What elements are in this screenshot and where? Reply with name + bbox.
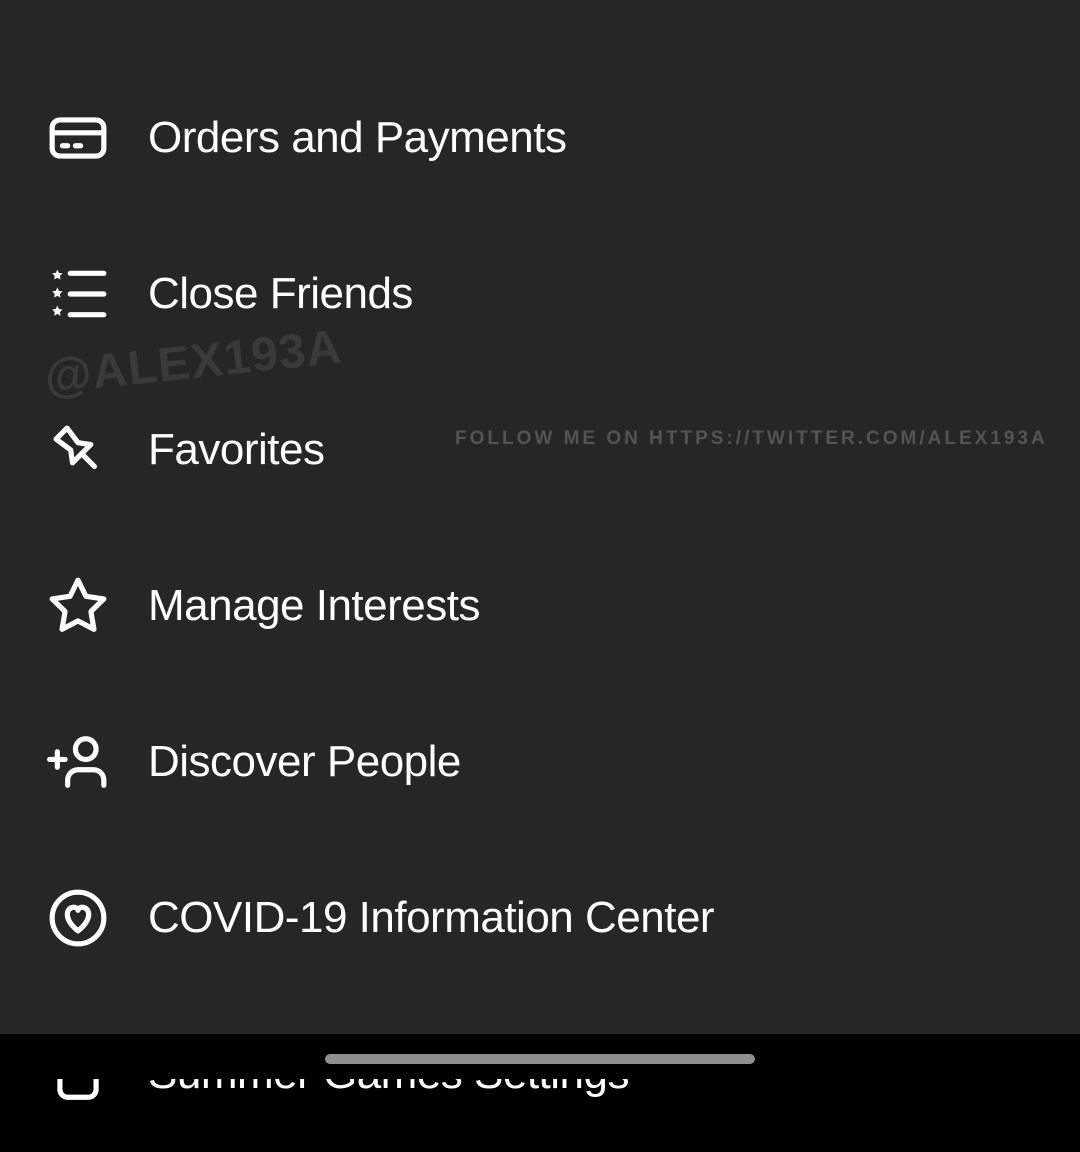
pushpin-icon [44, 416, 112, 484]
menu-item-manage-interests[interactable]: Manage Interests [0, 528, 1080, 684]
menu-item-label: Favorites [148, 425, 324, 475]
menu-item-close-friends[interactable]: Close Friends [0, 216, 1080, 372]
menu-item-label: Manage Interests [148, 581, 480, 631]
menu-item-label: Close Friends [148, 269, 413, 319]
menu-item-label: COVID-19 Information Center [148, 893, 714, 943]
star-outline-icon [44, 572, 112, 640]
menu-item-orders-payments[interactable]: Orders and Payments [0, 60, 1080, 216]
credit-card-icon [44, 104, 112, 172]
menu-item-label: Orders and Payments [148, 113, 566, 163]
menu-item-label: Discover People [148, 737, 461, 787]
add-person-icon [44, 728, 112, 796]
menu-item-discover-people[interactable]: Discover People [0, 684, 1080, 840]
menu-item-covid-info[interactable]: COVID-19 Information Center [0, 840, 1080, 996]
settings-menu: Orders and Payments Close Friends [0, 0, 1080, 1152]
heart-circle-icon [44, 884, 112, 952]
star-list-icon [44, 260, 112, 328]
settings-panel: @ALEX193A FOLLOW ME ON HTTPS://TWITTER.C… [0, 0, 1080, 1034]
home-indicator[interactable] [325, 1054, 755, 1064]
menu-item-favorites[interactable]: Favorites [0, 372, 1080, 528]
system-bottom-bar [0, 1034, 1080, 1079]
